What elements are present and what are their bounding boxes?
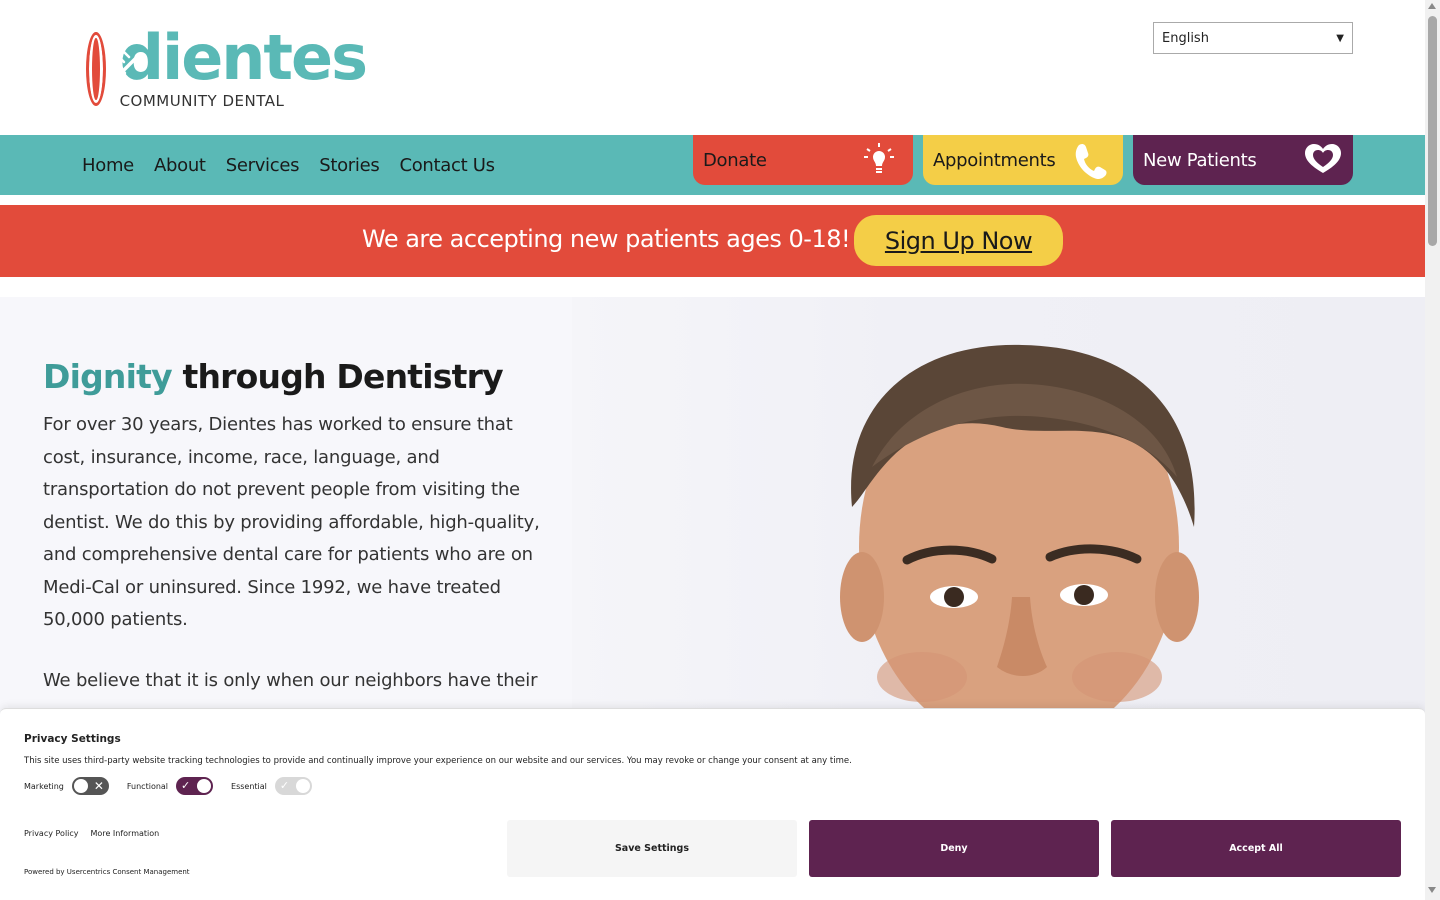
marketing-toggle-label: Marketing [24,781,64,791]
save-settings-button[interactable]: Save Settings [507,820,797,877]
new-patients-label: New Patients [1143,149,1257,171]
privacy-description: This site uses third-party website track… [24,756,852,766]
powered-by-text[interactable]: Powered by Usercentrics Consent Manageme… [24,868,190,876]
scrollbar-thumb[interactable] [1428,16,1437,246]
toggle-knob [197,779,212,793]
page-title: Dignity through Dentistry [43,357,504,396]
nav-link-about[interactable]: About [154,155,206,176]
site-header: dientes COMMUNITY DENTAL English ▼ [0,0,1425,135]
chevron-down-icon: ▼ [1336,32,1344,44]
lightbulb-icon [859,141,899,179]
toggle-knob [295,779,310,793]
heart-hands-icon [1299,141,1341,179]
scroll-up-arrow-icon[interactable] [1428,3,1436,9]
donate-button[interactable]: Donate [693,135,913,185]
toothbrush-logo-icon [86,32,141,106]
title-accent: Dignity [43,357,173,396]
essential-toggle-label: Essential [231,781,267,791]
mission-paragraph: We believe that it is only when our neig… [43,670,538,691]
nav-link-stories[interactable]: Stories [319,155,380,176]
sign-up-now-button[interactable]: Sign Up Now [854,215,1063,266]
language-select-value: English [1162,30,1209,46]
appointments-label: Appointments [933,149,1056,171]
privacy-title: Privacy Settings [24,733,121,745]
marketing-toggle[interactable]: ✕ [71,777,109,795]
scroll-down-arrow-icon[interactable] [1428,887,1436,893]
deny-button[interactable]: Deny [809,820,1099,877]
consent-toggles: Marketing ✕ Functional ✓ Essential ✓ [24,777,330,795]
privacy-settings-panel: Privacy Settings This site uses third-pa… [0,708,1425,900]
language-select[interactable]: English ▼ [1153,22,1353,54]
main-nav: Home About Services Stories Contact Us D… [0,135,1425,195]
phone-icon [1069,141,1109,180]
more-information-link[interactable]: More Information [91,829,160,838]
functional-toggle-label: Functional [126,781,169,791]
close-icon: ✕ [93,779,104,793]
banner-text: We are accepting new patients ages 0-18! [362,225,851,253]
nav-link-home[interactable]: Home [82,155,134,176]
toggle-knob [73,779,88,793]
functional-toggle[interactable]: ✓ [176,777,214,795]
check-icon: ✓ [279,779,290,792]
intro-paragraph: For over 30 years, Dientes has worked to… [43,414,540,630]
nav-link-services[interactable]: Services [226,155,300,176]
page-scrollbar[interactable] [1425,0,1440,900]
new-patients-banner: We are accepting new patients ages 0-18!… [0,205,1425,277]
nav-link-contact-us[interactable]: Contact Us [399,155,495,176]
privacy-policy-link[interactable]: Privacy Policy [24,829,79,838]
title-rest: through Dentistry [171,357,504,396]
hero-section: Dignity through Dentistry For over 30 ye… [0,297,1425,717]
new-patients-button[interactable]: New Patients [1133,135,1353,185]
accept-all-button[interactable]: Accept All [1111,820,1401,877]
appointments-button[interactable]: Appointments [923,135,1123,185]
site-logo[interactable]: dientes COMMUNITY DENTAL [86,24,368,114]
boy-smiling-photo [572,297,1425,717]
check-icon: ✓ [181,779,191,792]
essential-toggle: ✓ [274,777,312,795]
donate-label: Donate [703,149,767,171]
